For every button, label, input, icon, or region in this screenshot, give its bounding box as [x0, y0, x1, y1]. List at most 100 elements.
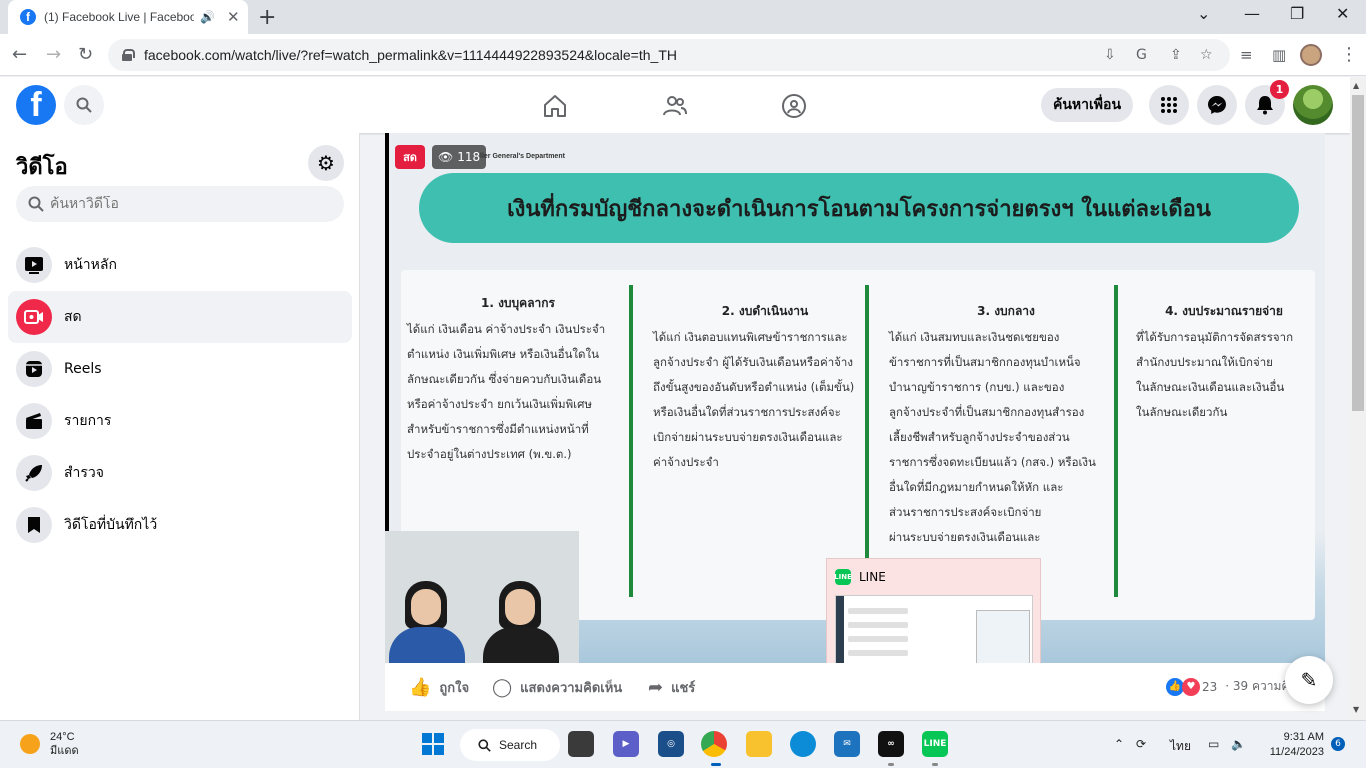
department-caption: ller General's Department: [480, 153, 565, 160]
friends-icon: [663, 96, 687, 116]
close-tab-icon[interactable]: ✕: [227, 8, 240, 26]
presenter-1: [387, 543, 467, 663]
back-icon[interactable]: ←: [12, 44, 27, 65]
sidebar-item-reels[interactable]: Reels: [8, 343, 352, 395]
scroll-down-icon[interactable]: ▼: [1353, 705, 1359, 714]
sidebar-item-label: สำรวจ: [64, 465, 104, 481]
live-icon: [16, 299, 52, 335]
minimize-icon[interactable]: —: [1244, 4, 1260, 23]
column-heading: 3. งบกลาง: [977, 304, 1035, 318]
thumbnail-row: [848, 608, 908, 614]
screen-capture-app-icon[interactable]: ◎: [658, 731, 684, 757]
install-app-icon[interactable]: ⇩: [1104, 47, 1116, 63]
video-search-box[interactable]: [16, 186, 344, 222]
column-heading: 4. งบประมาณรายจ่าย: [1165, 304, 1283, 318]
love-reaction-icon: ♥: [1182, 677, 1200, 696]
reaction-summary[interactable]: 👍 ♥ 23 · 39 ความคิ: [1166, 677, 1289, 696]
column-line: ได้แก่ เงินตอบแทนพิเศษข้าราชการและ: [653, 330, 848, 344]
column-body: ได้แก่ เงินเดือน ค่าจ้างประจำ เงินประจำ …: [407, 317, 629, 467]
taskbar-search[interactable]: Search: [460, 729, 560, 761]
taskbar-clock[interactable]: 9:31 AM 11/24/2023: [1264, 730, 1324, 760]
reading-list-icon[interactable]: ≡: [1240, 46, 1253, 64]
column-line: ในลักษณะเงินเดือนและเงินอื่น: [1136, 380, 1285, 394]
speaker-icon[interactable]: 🔊: [200, 10, 215, 24]
find-friends-button[interactable]: ค้นหาเพื่อน: [1041, 88, 1134, 122]
sidebar-item-home[interactable]: หน้าหลัก: [8, 239, 352, 291]
notification-badge: 1: [1270, 80, 1289, 99]
presenter-2: [481, 543, 561, 663]
side-panel-icon[interactable]: ▥: [1272, 46, 1286, 64]
new-tab-icon[interactable]: +: [258, 5, 276, 30]
account-avatar[interactable]: [1293, 85, 1333, 125]
sidebar-item-explore[interactable]: สำรวจ: [8, 447, 352, 499]
sidebar-item-shows[interactable]: รายการ: [8, 395, 352, 447]
input-language[interactable]: ไทย: [1170, 737, 1191, 756]
nav-home[interactable]: [540, 91, 570, 121]
column-line: ที่ได้รับการอนุมัติการจัดสรรจาก: [1136, 330, 1294, 344]
live-badge: สด: [395, 145, 425, 169]
facebook-logo-icon[interactable]: f: [16, 85, 56, 125]
start-button[interactable]: [420, 731, 446, 757]
menu-button[interactable]: [1149, 85, 1189, 125]
tab-search-chevron-icon[interactable]: ⌄: [1197, 4, 1210, 23]
translate-icon[interactable]: G: [1136, 47, 1147, 63]
forward-icon[interactable]: →: [46, 44, 61, 65]
nav-groups[interactable]: [779, 91, 809, 121]
address-bar[interactable]: facebook.com/watch/live/?ref=watch_perma…: [108, 39, 1230, 71]
like-label: ถูกใจ: [439, 681, 470, 696]
new-message-button[interactable]: ✎: [1285, 656, 1333, 704]
grid-menu-icon: [1161, 97, 1177, 113]
column-line: ข้าราชการที่เป็นสมาชิกกองทุนบำเหน็จ: [889, 355, 1081, 369]
webex-icon[interactable]: ∞: [878, 731, 904, 757]
url-text[interactable]: facebook.com/watch/live/?ref=watch_perma…: [144, 47, 677, 63]
sun-icon: [20, 734, 40, 754]
reload-icon[interactable]: ↻: [78, 44, 93, 65]
comment-button[interactable]: ◯ แสดงความคิดเห็น: [492, 677, 622, 698]
rocket-icon: [16, 455, 52, 491]
page-scrollbar[interactable]: ▲ ▼: [1350, 77, 1366, 720]
taskbar-search-label: Search: [499, 738, 538, 752]
bookmark-star-icon[interactable]: ☆: [1200, 47, 1213, 63]
sync-icon[interactable]: ⟳: [1136, 737, 1146, 751]
network-icon[interactable]: ▭: [1208, 737, 1219, 751]
scrollbar-thumb[interactable]: [1352, 95, 1364, 411]
comment-count[interactable]: · 39 ความคิ: [1225, 677, 1289, 696]
chrome-icon[interactable]: [701, 731, 727, 757]
lock-icon[interactable]: [122, 49, 135, 61]
bookmark-icon: [16, 507, 52, 543]
scroll-up-icon[interactable]: ▲: [1353, 81, 1359, 90]
share-page-icon[interactable]: ⇪: [1170, 47, 1182, 63]
weather-widget[interactable]: 24°C มีแดด: [20, 730, 79, 758]
play-icon: [16, 247, 52, 283]
sidebar-item-saved[interactable]: วิดีโอที่บันทึกไว้: [8, 499, 352, 551]
like-button[interactable]: 👍 ถูกใจ: [409, 677, 469, 698]
reels-icon: [16, 351, 52, 387]
browser-menu-icon[interactable]: ⋮: [1340, 44, 1358, 65]
facebook-search-button[interactable]: [64, 85, 104, 125]
messenger-button[interactable]: [1197, 85, 1237, 125]
line-preview-header: LINE LINE: [834, 569, 886, 585]
edge-icon[interactable]: [790, 731, 816, 757]
notification-center-badge[interactable]: 6: [1331, 737, 1345, 751]
browser-profile-avatar[interactable]: [1300, 44, 1322, 66]
close-window-icon[interactable]: ✕: [1336, 4, 1349, 23]
settings-button[interactable]: ⚙: [308, 145, 344, 181]
teams-chat-icon[interactable]: ▶: [613, 731, 639, 757]
tray-chevron-icon[interactable]: ⌃: [1114, 737, 1124, 751]
share-button[interactable]: ➦ แชร์: [648, 677, 695, 698]
tab-title: (1) Facebook Live | Facebook: [44, 10, 194, 24]
video-search-input[interactable]: [50, 196, 330, 212]
column-heading: 2. งบดำเนินงาน: [721, 304, 809, 318]
nav-friends[interactable]: [660, 91, 690, 121]
maximize-icon[interactable]: ❐: [1290, 4, 1304, 23]
mail-icon[interactable]: ✉: [834, 731, 860, 757]
search-icon: [478, 738, 491, 752]
sidebar-title: วิดีโอ: [16, 155, 68, 180]
volume-icon[interactable]: 🔈: [1231, 737, 1246, 751]
column-line: ลักษณะเดียวกัน ซึ่งจ่ายควบกับเงินเดือน: [407, 372, 602, 386]
task-view-icon[interactable]: [568, 731, 594, 757]
line-icon[interactable]: LINE: [922, 731, 948, 757]
sidebar-item-live[interactable]: สด: [8, 291, 352, 343]
browser-tab[interactable]: f (1) Facebook Live | Facebook 🔊 ✕: [8, 0, 248, 34]
file-explorer-icon[interactable]: [746, 731, 772, 757]
